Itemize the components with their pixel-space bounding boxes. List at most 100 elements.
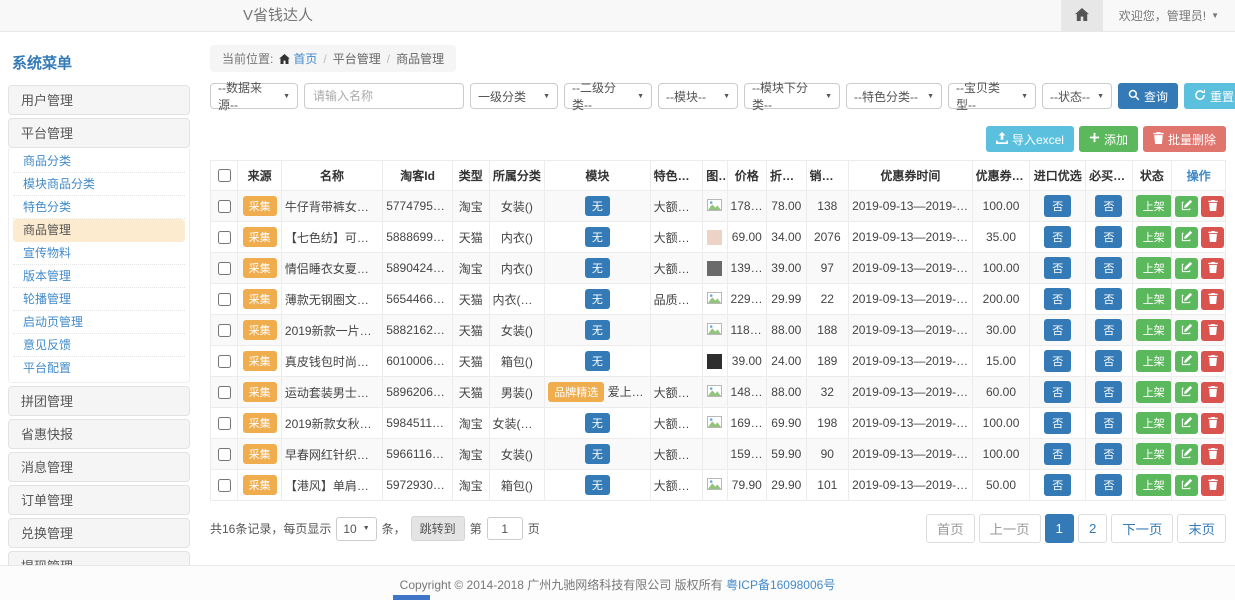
row-checkbox[interactable] <box>218 417 231 430</box>
sidebar-item-模块商品分类[interactable]: 模块商品分类 <box>13 173 185 196</box>
edit-button[interactable] <box>1175 258 1198 279</box>
imported-toggle[interactable]: 否 <box>1044 319 1071 341</box>
sidebar-group-提现管理[interactable]: 提现管理 <box>8 551 190 565</box>
breadcrumb-home-link[interactable]: 首页 <box>279 50 317 67</box>
filter-select-3[interactable]: --模块--▼ <box>658 83 738 109</box>
imported-toggle[interactable]: 否 <box>1044 474 1071 496</box>
import-excel-button[interactable]: 导入excel <box>986 126 1074 152</box>
must-buy-toggle[interactable]: 否 <box>1095 412 1122 434</box>
edit-button[interactable] <box>1175 320 1198 341</box>
must-buy-toggle[interactable]: 否 <box>1095 443 1122 465</box>
sidebar-item-商品管理[interactable]: 商品管理 <box>13 219 185 242</box>
row-checkbox[interactable] <box>218 479 231 492</box>
delete-button[interactable] <box>1201 382 1224 403</box>
select-all-checkbox[interactable] <box>218 169 231 182</box>
filter-select-1[interactable]: 一级分类▼ <box>470 83 558 109</box>
sidebar-item-特色分类[interactable]: 特色分类 <box>13 196 185 219</box>
filter-select-5[interactable]: --特色分类--▼ <box>846 83 942 109</box>
sidebar-item-意见反馈[interactable]: 意见反馈 <box>13 334 185 357</box>
status-badge[interactable]: 上架 <box>1136 350 1172 372</box>
reset-button[interactable]: 重置 <box>1184 83 1235 109</box>
must-buy-toggle[interactable]: 否 <box>1095 474 1122 496</box>
row-checkbox[interactable] <box>218 324 231 337</box>
data-source-select[interactable]: --数据来源--▼ <box>210 83 298 109</box>
imported-toggle[interactable]: 否 <box>1044 195 1071 217</box>
must-buy-toggle[interactable]: 否 <box>1095 350 1122 372</box>
filter-select-7[interactable]: --状态--▼ <box>1042 83 1112 109</box>
edit-button[interactable] <box>1175 196 1198 217</box>
pager-上一页[interactable]: 上一页 <box>979 514 1041 543</box>
status-badge[interactable]: 上架 <box>1136 195 1172 217</box>
icp-link[interactable]: 粤ICP备16098006号 <box>726 578 835 592</box>
imported-toggle[interactable]: 否 <box>1044 412 1071 434</box>
add-button[interactable]: 添加 <box>1079 126 1138 152</box>
sidebar-item-版本管理[interactable]: 版本管理 <box>13 265 185 288</box>
pager-首页[interactable]: 首页 <box>926 514 975 543</box>
row-checkbox[interactable] <box>218 355 231 368</box>
imported-toggle[interactable]: 否 <box>1044 288 1071 310</box>
row-checkbox[interactable] <box>218 262 231 275</box>
sidebar-group-订单管理[interactable]: 订单管理 <box>8 485 190 515</box>
filter-select-6[interactable]: --宝贝类型--▼ <box>948 83 1036 109</box>
status-badge[interactable]: 上架 <box>1136 381 1172 403</box>
edit-button[interactable] <box>1175 382 1198 403</box>
imported-toggle[interactable]: 否 <box>1044 257 1071 279</box>
jump-page-input[interactable] <box>487 517 523 540</box>
delete-button[interactable] <box>1201 475 1224 496</box>
sidebar-item-轮播管理[interactable]: 轮播管理 <box>13 288 185 311</box>
pager-末页[interactable]: 末页 <box>1177 514 1226 543</box>
bulk-delete-button[interactable]: 批量删除 <box>1143 126 1226 152</box>
edit-button[interactable] <box>1175 475 1198 496</box>
row-checkbox[interactable] <box>218 293 231 306</box>
must-buy-toggle[interactable]: 否 <box>1095 288 1122 310</box>
row-checkbox[interactable] <box>218 448 231 461</box>
sidebar-group-用户管理[interactable]: 用户管理 <box>8 85 190 115</box>
imported-toggle[interactable]: 否 <box>1044 381 1071 403</box>
delete-button[interactable] <box>1201 351 1224 372</box>
delete-button[interactable] <box>1201 444 1224 465</box>
delete-button[interactable] <box>1201 413 1224 434</box>
delete-button[interactable] <box>1201 196 1224 217</box>
must-buy-toggle[interactable]: 否 <box>1095 195 1122 217</box>
pager-2[interactable]: 2 <box>1078 514 1107 543</box>
home-button[interactable] <box>1061 0 1103 31</box>
imported-toggle[interactable]: 否 <box>1044 350 1071 372</box>
filter-select-4[interactable]: --模块下分类--▼ <box>744 83 840 109</box>
sidebar-item-宣传物料[interactable]: 宣传物料 <box>13 242 185 265</box>
imported-toggle[interactable]: 否 <box>1044 226 1071 248</box>
imported-toggle[interactable]: 否 <box>1044 443 1071 465</box>
search-button[interactable]: 查询 <box>1118 83 1178 109</box>
sidebar-group-省惠快报[interactable]: 省惠快报 <box>8 419 190 449</box>
pager-下一页[interactable]: 下一页 <box>1111 514 1173 543</box>
must-buy-toggle[interactable]: 否 <box>1095 319 1122 341</box>
delete-button[interactable] <box>1201 289 1224 310</box>
edit-button[interactable] <box>1175 444 1198 465</box>
sidebar-group-平台管理[interactable]: 平台管理 <box>8 118 190 148</box>
sidebar-group-兑换管理[interactable]: 兑换管理 <box>8 518 190 548</box>
sidebar-group-消息管理[interactable]: 消息管理 <box>8 452 190 482</box>
name-search-input[interactable] <box>304 83 464 109</box>
jump-button[interactable]: 跳转到 <box>411 516 465 541</box>
status-badge[interactable]: 上架 <box>1136 474 1172 496</box>
must-buy-toggle[interactable]: 否 <box>1095 381 1122 403</box>
status-badge[interactable]: 上架 <box>1136 257 1172 279</box>
status-badge[interactable]: 上架 <box>1136 412 1172 434</box>
pager-1[interactable]: 1 <box>1045 514 1074 543</box>
row-checkbox[interactable] <box>218 200 231 213</box>
row-checkbox[interactable] <box>218 231 231 244</box>
must-buy-toggle[interactable]: 否 <box>1095 226 1122 248</box>
user-menu[interactable]: 欢迎您，管理员! ▼ <box>1103 0 1235 31</box>
sidebar-item-平台配置[interactable]: 平台配置 <box>13 357 185 380</box>
filter-select-2[interactable]: --二级分类--▼ <box>564 83 652 109</box>
row-checkbox[interactable] <box>218 386 231 399</box>
delete-button[interactable] <box>1201 227 1224 248</box>
status-badge[interactable]: 上架 <box>1136 226 1172 248</box>
edit-button[interactable] <box>1175 351 1198 372</box>
status-badge[interactable]: 上架 <box>1136 288 1172 310</box>
sidebar-item-商品分类[interactable]: 商品分类 <box>13 150 185 173</box>
sidebar-item-启动页管理[interactable]: 启动页管理 <box>13 311 185 334</box>
page-size-select[interactable]: 10▼ <box>336 517 376 541</box>
delete-button[interactable] <box>1201 258 1224 279</box>
edit-button[interactable] <box>1175 413 1198 434</box>
status-badge[interactable]: 上架 <box>1136 443 1172 465</box>
